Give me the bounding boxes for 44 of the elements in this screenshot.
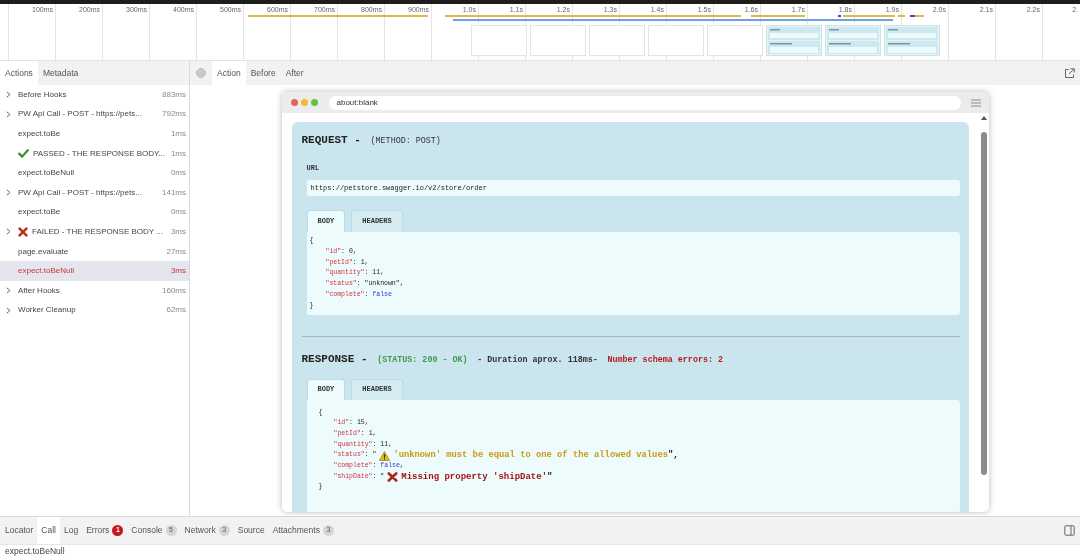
tab[interactable]: After [280, 61, 309, 85]
action-row[interactable]: expect.toBe 0ms [0, 202, 189, 223]
tab[interactable]: Locator [1, 517, 38, 544]
section-heading: REQUEST - (METHOD: POST) [301, 133, 442, 148]
tab[interactable]: Source [233, 517, 269, 544]
tab[interactable]: Actions [0, 61, 38, 85]
menu-icon [970, 98, 981, 107]
timeline-bar [898, 15, 905, 17]
validation-message: Missing property 'shipDate'" [401, 471, 553, 483]
section-heading: RESPONSE - (STATUS: 200 - OK) - Duration aprox. 118ms- Number schema errors: 2 [301, 351, 725, 367]
validation-message: 'unknown' must be equal to one of the allowed values", [393, 450, 679, 462]
tab[interactable]: Action [212, 61, 246, 85]
action-row[interactable]: FAILED - THE RESPONSE BODY ... 3ms [0, 222, 189, 242]
action-row[interactable]: After Hooks 160ms [0, 280, 189, 301]
timeline-bar [751, 15, 805, 17]
tab[interactable]: Call [37, 517, 60, 544]
action-row[interactable]: expect.toBe 1ms [0, 124, 189, 144]
timeline-bar [838, 15, 841, 17]
action-row[interactable]: page.evaluate 27ms [0, 241, 189, 262]
action-row[interactable]: expect.toBeNull 3ms [0, 261, 189, 281]
external-link-icon[interactable] [1064, 67, 1075, 79]
address-bar: about:blank [328, 95, 961, 110]
scrollbar-thumb[interactable] [980, 132, 987, 475]
action-row[interactable]: expect.toBeNull 0ms [0, 163, 189, 183]
tab[interactable]: Before [245, 61, 281, 85]
scroll-up-icon [980, 116, 987, 120]
timeline-bar [843, 15, 895, 17]
page-thumbnail [884, 25, 940, 56]
cross-icon [18, 226, 28, 237]
circle-icon [196, 68, 206, 78]
warning-icon [379, 450, 391, 461]
tab[interactable]: Log [60, 517, 83, 544]
action-row[interactable]: Worker Cleanup 62ms [0, 300, 189, 321]
action-row[interactable]: PASSED - THE RESPONSE BODY... 1ms [0, 143, 189, 164]
page-thumbnail [766, 25, 822, 56]
action-row[interactable]: PW Api Call - POST - https://pets... 792ms [0, 104, 189, 125]
panel-icon[interactable] [1064, 525, 1075, 536]
cross-icon [387, 472, 399, 483]
action-row[interactable]: PW Api Call - POST - https://pets... 141ms [0, 182, 189, 203]
action-row[interactable]: Before Hooks 883ms [0, 85, 189, 105]
check-icon [18, 149, 29, 159]
tab[interactable]: Metadata [37, 61, 84, 85]
page-thumbnail [825, 25, 881, 56]
detail-text: expect.toBeNull [4, 545, 66, 558]
